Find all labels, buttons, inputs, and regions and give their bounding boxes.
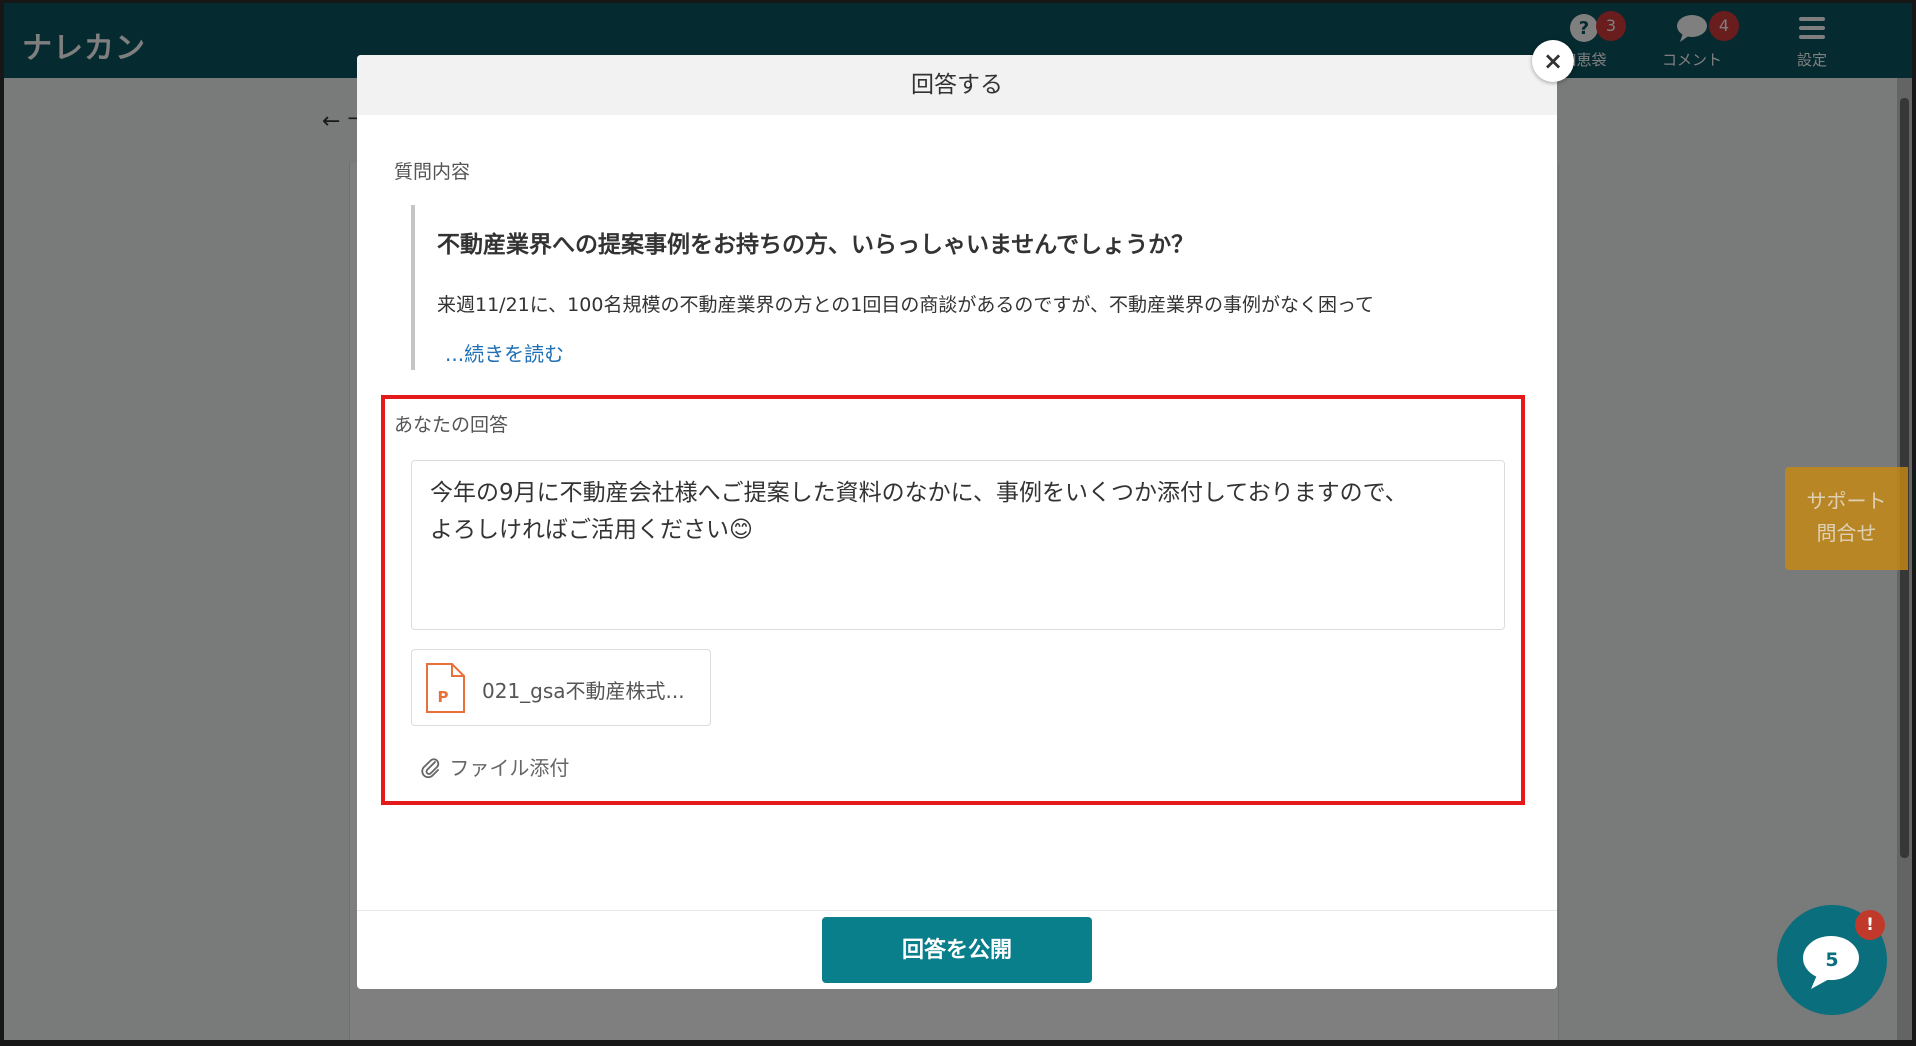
answer-modal: 回答する 質問内容 不動産業界への提案事例をお持ちの方、いらっしゃいませんでしょ… — [357, 55, 1557, 989]
attachment-type-label: P — [438, 688, 449, 706]
support-tab-line2: 問合せ — [1816, 521, 1877, 545]
question-section-label: 質問内容 — [394, 161, 471, 183]
question-quote: 不動産業界への提案事例をお持ちの方、いらっしゃいませんでしょうか？ 来週11/2… — [411, 205, 1521, 370]
answer-text-line2: よろしければご活用ください😊 — [430, 517, 753, 543]
paperclip-icon — [421, 758, 440, 779]
attachment-card[interactable]: P 021_gsa不動産株式... — [411, 649, 711, 726]
powerpoint-file-icon: P — [426, 663, 465, 713]
chat-count: 5 — [1825, 949, 1839, 971]
attach-file-label: ファイル添付 — [449, 756, 570, 780]
support-tab-line1: サポート — [1806, 489, 1887, 513]
publish-answer-button[interactable]: 回答を公開 — [822, 917, 1092, 983]
modal-footer: 回答を公開 — [357, 910, 1557, 989]
attachment-filename: 021_gsa不動産株式... — [482, 679, 685, 703]
answer-text-line1: 今年の9月に不動産会社様へご提案した資料のなかに、事例をいくつか添付しております… — [430, 480, 1408, 506]
modal-title: 回答する — [357, 55, 1557, 115]
question-body: 来週11/21に、100名規模の不動産業界の方との1回目の商談があるのですが、不… — [437, 294, 1375, 316]
attach-file-button[interactable]: ファイル添付 — [421, 752, 569, 781]
read-more-link[interactable]: ...続きを読む — [445, 338, 564, 367]
chat-alert-badge: ! — [1855, 910, 1885, 940]
support-contact-tab[interactable]: サポート 問合せ — [1785, 467, 1908, 570]
answer-section-label: あなたの回答 — [394, 414, 509, 436]
question-title: 不動産業界への提案事例をお持ちの方、いらっしゃいませんでしょうか？ — [437, 232, 1195, 258]
answer-textarea[interactable]: 今年の9月に不動産会社様へご提案した資料のなかに、事例をいくつか添付しております… — [411, 460, 1505, 630]
close-modal-button[interactable]: × — [1532, 40, 1574, 82]
